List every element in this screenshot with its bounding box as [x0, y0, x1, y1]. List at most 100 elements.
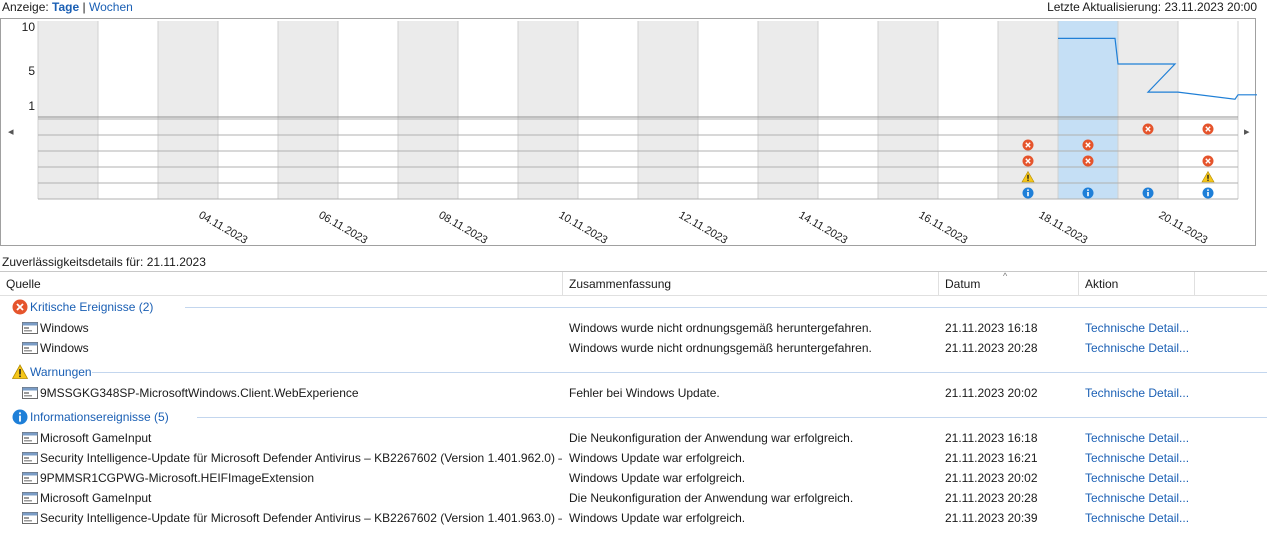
- date-cell: 21.11.2023 20:39: [945, 511, 1038, 525]
- event-group-header[interactable]: Informationsereignisse (5): [0, 407, 1267, 427]
- info-icon: [12, 409, 28, 425]
- date-cell: 21.11.2023 20:02: [945, 471, 1038, 485]
- day-column: [818, 21, 878, 199]
- date-cell: 21.11.2023 20:28: [945, 341, 1038, 355]
- column-header-source[interactable]: Quelle: [0, 272, 563, 296]
- group-divider: [184, 307, 1267, 308]
- table-row[interactable]: Microsoft GameInput Die Neukonfiguration …: [0, 428, 1267, 448]
- info-icon-dot: [1087, 189, 1089, 191]
- summary-cell: Windows wurde nicht ordnungsgemäß herunt…: [569, 341, 872, 355]
- table-row[interactable]: 9PMMSR1CGPWG-Microsoft.HEIFImageExtensio…: [0, 468, 1267, 488]
- technical-details-link[interactable]: Technische Detail...: [1085, 386, 1205, 400]
- day-column: [398, 21, 458, 199]
- summary-cell: Windows Update war erfolgreich.: [569, 451, 746, 465]
- error-icon: [1082, 139, 1094, 151]
- warning-icon: [12, 364, 28, 379]
- day-column: [518, 21, 578, 199]
- view-separator: |: [82, 0, 86, 14]
- x-tick-label: 10.11.2023: [557, 209, 610, 247]
- table-row[interactable]: Windows Windows wurde nicht ordnungsgemäß…: [0, 318, 1267, 338]
- day-column: [698, 21, 758, 199]
- summary-cell: Windows wurde nicht ordnungsgemäß herunt…: [569, 321, 872, 335]
- event-group-label: Informationsereignisse (5): [30, 410, 169, 424]
- date-cell: 21.11.2023 16:18: [945, 321, 1038, 335]
- summary-cell: Die Neukonfiguration der Anwendung war e…: [569, 431, 854, 445]
- application-window-icon: [22, 512, 38, 524]
- scroll-right-icon[interactable]: ▸: [1244, 125, 1250, 138]
- warning-icon-mark: [1027, 174, 1029, 179]
- error-icon: [1022, 139, 1034, 151]
- application-window-icon: [22, 452, 38, 464]
- source-cell: Windows: [40, 341, 89, 355]
- table-row[interactable]: Security Intelligence-Update für Microso…: [0, 508, 1267, 528]
- error-icon: [1142, 123, 1154, 135]
- summary-cell: Fehler bei Windows Update.: [569, 386, 720, 400]
- info-icon-stem: [1027, 192, 1029, 197]
- warning-icon-dot: [1207, 179, 1209, 181]
- source-cell: 9MSSGKG348SP-MicrosoftWindows.Client.Web…: [40, 386, 359, 400]
- event-group-header[interactable]: Kritische Ereignisse (2): [0, 297, 1267, 317]
- y-tick-label: 5: [28, 64, 35, 78]
- error-icon: [1202, 155, 1214, 167]
- technical-details-link[interactable]: Technische Detail...: [1085, 321, 1205, 335]
- info-icon-stem: [1147, 192, 1149, 197]
- technical-details-link[interactable]: Technische Detail...: [1085, 511, 1205, 525]
- summary-cell: Die Neukonfiguration der Anwendung war e…: [569, 491, 854, 505]
- event-group-header[interactable]: Warnungen: [0, 362, 1267, 382]
- warning-icon-dot: [1027, 179, 1029, 181]
- info-icon: [1022, 187, 1034, 199]
- info-icon-dot: [1147, 189, 1149, 191]
- view-switch: Anzeige: Tage | Wochen: [2, 0, 133, 14]
- technical-details-link[interactable]: Technische Detail...: [1085, 491, 1205, 505]
- application-window-icon: [22, 432, 38, 444]
- day-column: [278, 21, 338, 199]
- details-table: Quelle Zusammenfassung Datum Aktion ^ Kr…: [0, 271, 1267, 549]
- application-window-icon: [22, 387, 38, 399]
- reliability-chart[interactable]: 1051AWVWIr◂▸04.11.202306.11.202308.11.20…: [0, 18, 1257, 247]
- error-icon: [1022, 155, 1034, 167]
- scroll-left-icon[interactable]: ◂: [8, 125, 14, 138]
- day-column: [38, 21, 98, 199]
- info-icon-dot: [1027, 189, 1029, 191]
- x-tick-label: 16.11.2023: [917, 209, 970, 247]
- application-window-icon: [22, 492, 38, 504]
- x-tick-label: 04.11.2023: [197, 209, 250, 247]
- application-window-icon: [22, 472, 38, 484]
- error-icon: [1082, 155, 1094, 167]
- group-divider: [91, 372, 1267, 373]
- column-header-summary[interactable]: Zusammenfassung: [563, 272, 939, 296]
- table-header: Quelle Zusammenfassung Datum Aktion ^: [0, 271, 1267, 296]
- x-tick-label: 18.11.2023: [1037, 209, 1090, 247]
- technical-details-link[interactable]: Technische Detail...: [1085, 451, 1205, 465]
- day-column: [758, 21, 818, 199]
- error-icon: [1202, 123, 1214, 135]
- application-window-icon: [22, 342, 38, 354]
- technical-details-link[interactable]: Technische Detail...: [1085, 431, 1205, 445]
- table-row[interactable]: 9MSSGKG348SP-MicrosoftWindows.Client.Web…: [0, 383, 1267, 403]
- day-column: [578, 21, 638, 199]
- x-tick-label: 08.11.2023: [437, 209, 490, 247]
- technical-details-link[interactable]: Technische Detail...: [1085, 341, 1205, 355]
- y-tick-label: 10: [22, 20, 36, 34]
- view-toolbar: Anzeige: Tage | Wochen Letzte Aktualisie…: [0, 0, 1267, 16]
- selected-day-column: [1058, 21, 1118, 199]
- info-icon-stem: [1207, 192, 1209, 197]
- day-column: [878, 21, 938, 199]
- last-update-text: Letzte Aktualisierung: 23.11.2023 20:00: [1047, 0, 1257, 14]
- details-title: Zuverlässigkeitsdetails für: 21.11.2023: [2, 255, 206, 269]
- source-cell: Security Intelligence-Update für Microso…: [40, 511, 562, 525]
- table-row[interactable]: Microsoft GameInput Die Neukonfiguration …: [0, 488, 1267, 508]
- day-column: [1118, 21, 1178, 199]
- view-label: Anzeige:: [2, 0, 49, 14]
- date-cell: 21.11.2023 20:28: [945, 491, 1038, 505]
- table-row[interactable]: Security Intelligence-Update für Microso…: [0, 448, 1267, 468]
- view-days-link[interactable]: Tage: [52, 0, 79, 14]
- sort-ascending-icon: ^: [1003, 271, 1008, 281]
- technical-details-link[interactable]: Technische Detail...: [1085, 471, 1205, 485]
- column-header-date[interactable]: Datum: [939, 272, 1079, 296]
- day-column: [458, 21, 518, 199]
- day-column: [98, 21, 158, 199]
- table-row[interactable]: Windows Windows wurde nicht ordnungsgemäß…: [0, 338, 1267, 358]
- view-weeks-link[interactable]: Wochen: [89, 0, 133, 14]
- column-header-action[interactable]: Aktion: [1079, 272, 1195, 296]
